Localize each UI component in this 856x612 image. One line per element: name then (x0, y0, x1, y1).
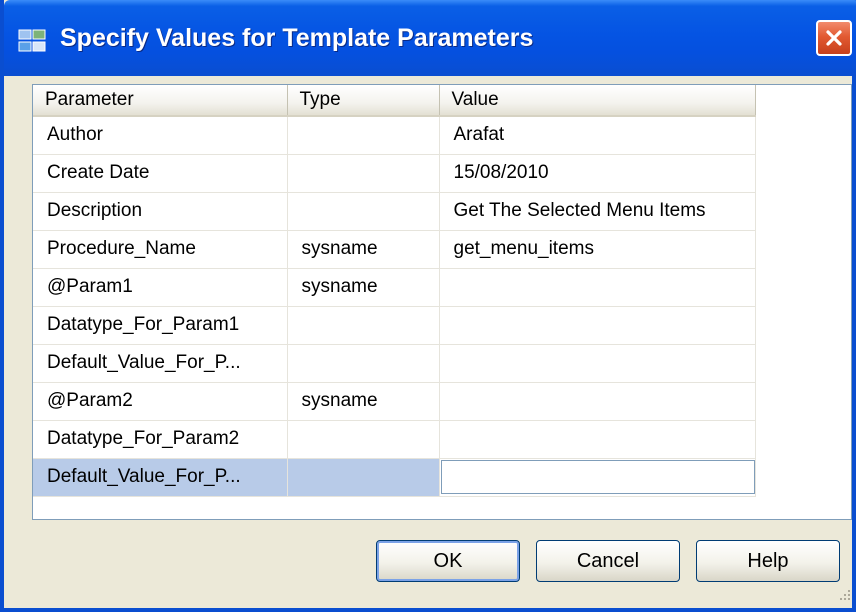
table-row[interactable]: Description Get The Selected Menu Items (33, 192, 756, 231)
type-cell (287, 192, 440, 231)
cancel-button[interactable]: Cancel (536, 540, 680, 582)
parameter-cell: Create Date (33, 154, 288, 193)
value-cell[interactable] (439, 306, 756, 345)
parameter-cell: Description (33, 192, 288, 231)
parameter-cell: Datatype_For_Param2 (33, 420, 288, 459)
table-row-selected[interactable]: Default_Value_For_P... (33, 458, 756, 497)
type-cell (287, 458, 440, 497)
type-cell (287, 344, 440, 383)
ok-button[interactable]: OK (376, 540, 520, 582)
column-header-value[interactable]: Value (439, 85, 756, 117)
title-bar[interactable]: Specify Values for Template Parameters (4, 0, 856, 76)
type-cell (287, 116, 440, 155)
table-row[interactable]: Datatype_For_Param1 (33, 306, 756, 345)
close-button[interactable] (816, 20, 852, 56)
close-icon (826, 30, 842, 46)
value-cell[interactable]: 15/08/2010 (439, 154, 756, 193)
help-button[interactable]: Help (696, 540, 840, 582)
table-row[interactable]: Datatype_For_Param2 (33, 420, 756, 459)
parameter-cell: Author (33, 116, 288, 155)
parameter-cell: @Param1 (33, 268, 288, 307)
table-row[interactable]: Default_Value_For_P... (33, 344, 756, 383)
parameter-cell: Procedure_Name (33, 230, 288, 269)
table-row[interactable]: Author Arafat (33, 116, 756, 155)
parameter-table: Parameter Type Value Author Arafat Creat… (33, 85, 756, 497)
value-cell[interactable] (439, 344, 756, 383)
table-row[interactable]: Create Date 15/08/2010 (33, 154, 756, 193)
dialog-window: Specify Values for Template Parameters P… (0, 0, 856, 612)
value-cell[interactable]: Get The Selected Menu Items (439, 192, 756, 231)
parameter-cell: Datatype_For_Param1 (33, 306, 288, 345)
type-cell: sysname (287, 268, 440, 307)
type-cell (287, 154, 440, 193)
table-row[interactable]: @Param2 sysname (33, 382, 756, 421)
parameter-grid: Parameter Type Value Author Arafat Creat… (32, 84, 852, 520)
table-header-row: Parameter Type Value (33, 85, 756, 117)
table-row[interactable]: Procedure_Name sysname get_menu_items (33, 230, 756, 269)
window-title: Specify Values for Template Parameters (60, 24, 534, 52)
value-cell[interactable] (439, 458, 756, 497)
value-cell[interactable] (439, 382, 756, 421)
column-header-parameter[interactable]: Parameter (33, 85, 288, 117)
value-input[interactable] (440, 460, 754, 494)
resize-grip-icon[interactable] (838, 588, 852, 602)
value-cell[interactable] (439, 268, 756, 307)
parameter-cell: @Param2 (33, 382, 288, 421)
template-params-icon (18, 29, 46, 52)
parameter-cell: Default_Value_For_P... (33, 344, 288, 383)
type-cell: sysname (287, 382, 440, 421)
table-row[interactable]: @Param1 sysname (33, 268, 756, 307)
parameter-cell: Default_Value_For_P... (33, 458, 288, 497)
column-header-type[interactable]: Type (287, 85, 440, 117)
type-cell (287, 420, 440, 459)
value-cell[interactable] (439, 420, 756, 459)
value-cell[interactable]: get_menu_items (439, 230, 756, 269)
type-cell (287, 306, 440, 345)
value-cell[interactable]: Arafat (439, 116, 756, 155)
type-cell: sysname (287, 230, 440, 269)
